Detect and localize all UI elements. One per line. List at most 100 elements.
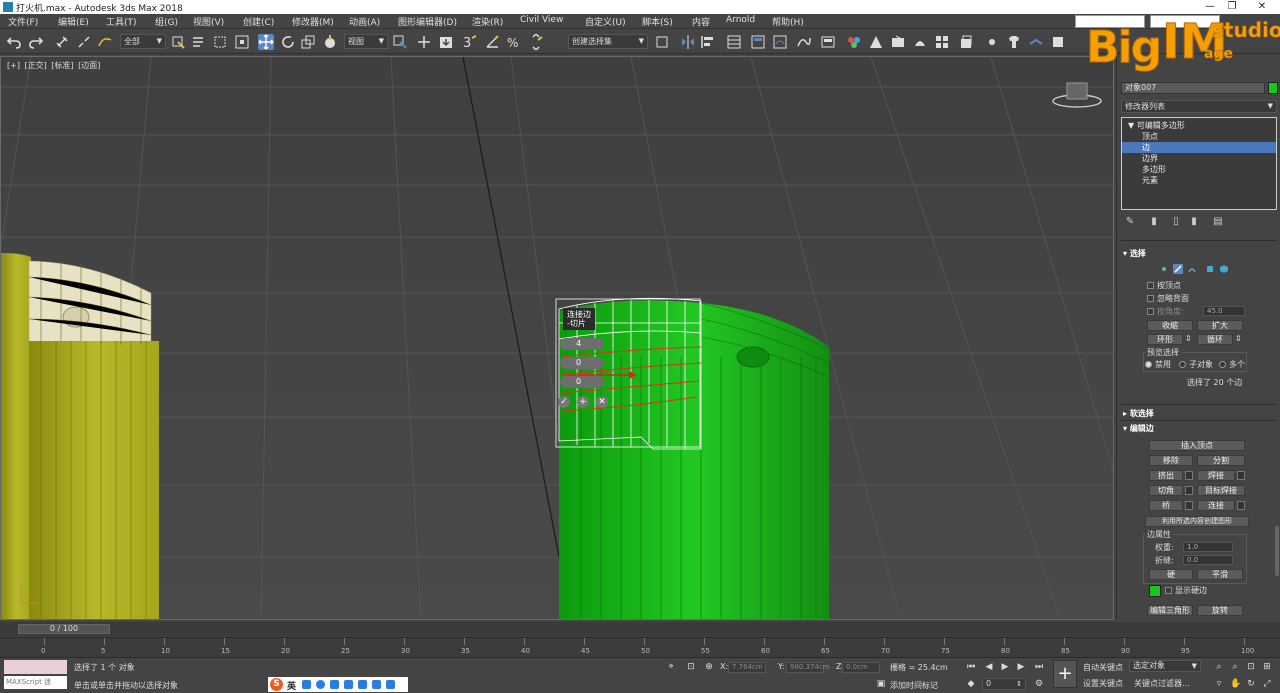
menu-views[interactable]: 视图(V)	[193, 15, 224, 28]
ime-skin-icon[interactable]	[358, 680, 367, 689]
selection-filter-dropdown[interactable]: 全部 ▼	[120, 34, 166, 49]
ignore-backfacing-checkbox[interactable]	[1147, 295, 1154, 302]
caddy-segments-field[interactable]: 4	[560, 338, 604, 350]
orbit-icon[interactable]: ↻	[1246, 679, 1256, 689]
key-mode-icon[interactable]: ◆	[966, 679, 976, 689]
menu-edit[interactable]: 编辑(E)	[58, 15, 89, 28]
loop-button[interactable]: 循环	[1197, 334, 1233, 345]
preview-multi-radio[interactable]	[1219, 361, 1226, 368]
minimize-button[interactable]: —	[1200, 0, 1220, 14]
edge-mode-icon[interactable]	[1173, 264, 1183, 274]
menu-tools[interactable]: 工具(T)	[106, 15, 137, 28]
render-online-icon[interactable]	[934, 34, 950, 50]
remove-button[interactable]: 移除	[1149, 455, 1193, 466]
render-frame-window-icon[interactable]	[890, 34, 906, 50]
object-color-swatch[interactable]	[1268, 82, 1278, 94]
stack-item-polygon[interactable]: 多边形	[1122, 164, 1276, 175]
selection-lock-icon[interactable]: ⊡	[686, 662, 696, 672]
target-weld-button[interactable]: 目标焊接	[1197, 485, 1245, 496]
menu-group[interactable]: 组(G)	[155, 15, 178, 28]
toggle-ribbon-icon[interactable]	[772, 34, 788, 50]
caddy-apply-button[interactable]: +	[577, 396, 589, 408]
rollout-soft-selection-title[interactable]: ▸ 软选择	[1123, 408, 1154, 419]
insert-vertex-button[interactable]: 插入顶点	[1149, 440, 1245, 451]
curve-editor-icon[interactable]	[796, 34, 812, 50]
absolute-mode-icon[interactable]: ⊕	[704, 662, 714, 672]
go-to-end-icon[interactable]: ⏭	[1034, 662, 1044, 672]
hard-button[interactable]: 硬	[1149, 569, 1193, 580]
select-and-move-icon[interactable]	[258, 34, 274, 50]
ime-language[interactable]: 英	[287, 679, 296, 692]
time-tag-icon[interactable]: ▣	[876, 679, 886, 689]
redo-icon[interactable]	[28, 34, 44, 50]
arnold-settings-icon[interactable]	[1050, 34, 1066, 50]
mirror-icon[interactable]	[680, 34, 696, 50]
select-by-name-icon[interactable]	[190, 34, 206, 50]
angle-spinner[interactable]: 45.0	[1203, 306, 1245, 316]
arnold-shirt-icon[interactable]	[1006, 34, 1022, 50]
menu-modifiers[interactable]: 修改器(M)	[292, 15, 334, 28]
shrink-button[interactable]: 收缩	[1147, 320, 1193, 331]
time-config-icon[interactable]: ⚙	[1034, 679, 1044, 689]
menu-create[interactable]: 创建(C)	[243, 15, 274, 28]
hard-edge-color-swatch[interactable]	[1149, 585, 1161, 597]
ime-keyboard-icon[interactable]	[344, 680, 353, 689]
zoom-extents-all-icon[interactable]: ⊞	[1262, 662, 1272, 672]
preview-disabled-radio[interactable]	[1145, 361, 1152, 368]
track-bar[interactable]	[0, 637, 1280, 657]
viewport-shading-label[interactable]: [标准]	[51, 61, 73, 70]
play-icon[interactable]: ▶	[1000, 662, 1010, 672]
close-button[interactable]: ✕	[1252, 0, 1272, 14]
menu-civil-view[interactable]: Civil View	[520, 15, 563, 25]
chamfer-settings-button[interactable]	[1185, 486, 1193, 495]
split-button[interactable]: 分割	[1197, 455, 1245, 466]
modifier-list-dropdown[interactable]: 修改器列表 ▼	[1121, 100, 1277, 113]
ime-toolbar[interactable]: S 英	[268, 677, 408, 692]
weld-button[interactable]: 焊接	[1197, 470, 1235, 481]
menu-scripting[interactable]: 脚本(S)	[642, 15, 673, 28]
grow-button[interactable]: 扩大	[1197, 320, 1243, 331]
menu-arnold[interactable]: Arnold	[726, 15, 755, 25]
menu-customize[interactable]: 自定义(U)	[585, 15, 626, 28]
arnold-light-icon[interactable]	[984, 34, 1000, 50]
schematic-view-icon[interactable]	[820, 34, 836, 50]
z-coordinate-field[interactable]: 0.0cm	[842, 662, 880, 673]
maxscript-listener[interactable]	[4, 660, 67, 674]
undo-icon[interactable]	[6, 34, 22, 50]
edit-named-selection-icon[interactable]	[654, 34, 670, 50]
crease-spinner[interactable]: 0.0	[1183, 555, 1233, 565]
y-coordinate-field[interactable]: 980.374cm	[786, 662, 830, 673]
pin-stack-icon[interactable]: ✎	[1125, 216, 1135, 228]
restore-button[interactable]: ❐	[1222, 0, 1242, 14]
menu-file[interactable]: 文件(F)	[8, 15, 38, 28]
link-icon[interactable]	[54, 34, 70, 50]
material-editor-icon[interactable]	[846, 34, 862, 50]
zoom-all-icon[interactable]: ⌕	[1230, 662, 1240, 672]
pan-icon[interactable]: ✋	[1230, 679, 1241, 689]
previous-frame-icon[interactable]: ◀	[984, 662, 994, 672]
weight-spinner[interactable]: 1.0	[1183, 542, 1233, 552]
keyboard-shortcut-override-icon[interactable]	[438, 34, 454, 50]
chamfer-button[interactable]: 切角	[1149, 485, 1183, 496]
set-key-label[interactable]: 设置关键点	[1083, 678, 1123, 689]
unlink-icon[interactable]	[76, 34, 92, 50]
x-coordinate-field[interactable]: 7.764cm	[728, 662, 766, 673]
object-name-field[interactable]: 对象007	[1121, 82, 1265, 94]
rollout-selection-title[interactable]: ▾ 选择	[1123, 248, 1146, 259]
stack-item-edge[interactable]: 边	[1122, 142, 1276, 153]
render-setup-icon[interactable]	[868, 34, 884, 50]
loop-spinner-arrows[interactable]: ⇕	[1235, 334, 1242, 343]
window-crossing-icon[interactable]	[234, 34, 250, 50]
place-icon[interactable]	[322, 34, 338, 50]
turn-button[interactable]: 旋转	[1197, 605, 1243, 616]
percent-snap-icon[interactable]: %	[506, 34, 522, 50]
bind-spacewarp-icon[interactable]	[97, 34, 113, 50]
isolate-selection-icon[interactable]: ⌖	[666, 662, 676, 672]
current-frame-field[interactable]: 0 ⇕	[982, 678, 1026, 690]
ime-punct-icon[interactable]	[302, 680, 311, 689]
ring-spinner-arrows[interactable]: ⇕	[1185, 334, 1192, 343]
rectangular-selection-icon[interactable]	[212, 34, 228, 50]
caddy-cancel-button[interactable]: ✕	[596, 396, 608, 408]
weld-settings-button[interactable]	[1237, 471, 1245, 480]
ime-toolbox-icon[interactable]	[372, 680, 381, 689]
